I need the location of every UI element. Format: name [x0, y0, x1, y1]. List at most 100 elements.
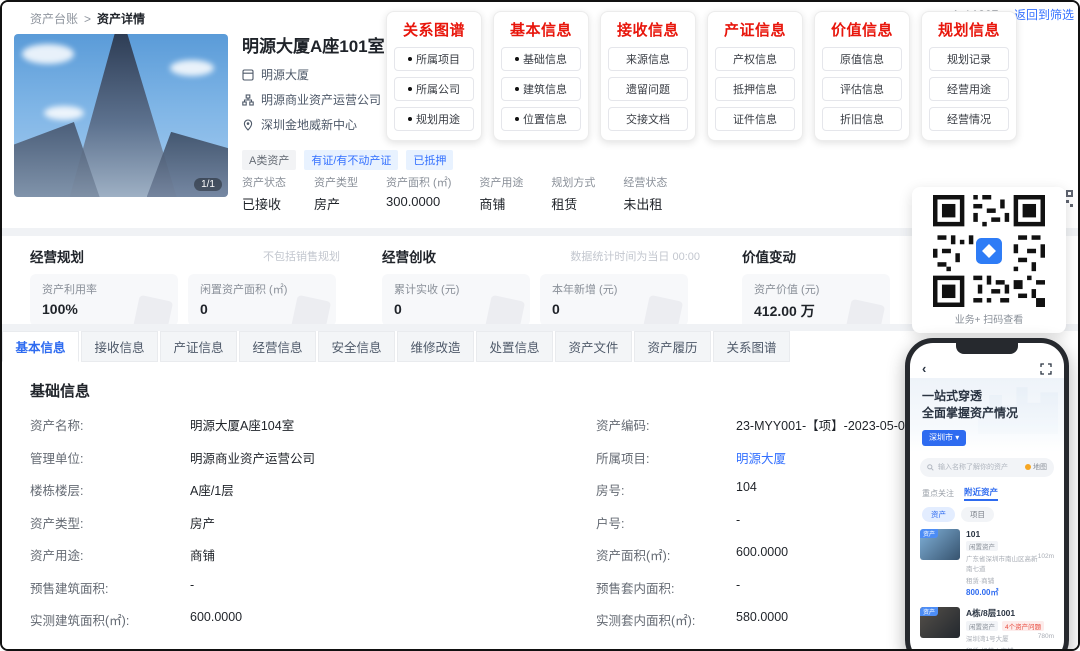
phone-notch [956, 343, 1018, 354]
nav-nearby-assets[interactable]: 附近资产 [964, 486, 998, 501]
card-item[interactable]: 基础信息 [501, 47, 581, 71]
stat-utilization: 资产利用率 100% [30, 274, 178, 326]
bullet-icon [515, 87, 519, 91]
location-name: 深圳金地威新中心 [261, 116, 357, 133]
company-name: 明源商业资产运营公司 [261, 91, 381, 108]
bullet-icon [408, 87, 412, 91]
asset-detail-page: 资产台账 > 资产详情 ‹ 1 / 1307 › 返回到筛选 1/1 明源大厦A… [0, 0, 1080, 651]
field-asset-use: 资产用途:商铺 [30, 545, 596, 578]
qr-code-card: 业务+ 扫码查看 [912, 187, 1066, 333]
search-placeholder: 输入名称了解你的资产 [938, 462, 1021, 472]
phone-headline: 一站式穿透 全面掌握资产情况 [922, 388, 1052, 423]
card-item[interactable]: 所属公司 [394, 77, 474, 101]
field-measured-build-area: 实测建筑面积(㎡):600.0000 [30, 610, 596, 643]
breadcrumb-parent[interactable]: 资产台账 [30, 10, 78, 27]
phone-nav: 重点关注 附近资产 [922, 486, 1052, 501]
scan-icon[interactable] [1040, 363, 1052, 375]
tab-certificate-info[interactable]: 产证信息 [160, 331, 237, 362]
card-item[interactable]: 来源信息 [608, 47, 688, 71]
cloud-decor [22, 44, 74, 64]
org-icon [242, 94, 254, 106]
search-icon [927, 464, 934, 471]
mortgaged-tag: 已抵押 [406, 150, 453, 170]
map-toggle[interactable]: 地图 [1025, 462, 1047, 472]
card-item[interactable]: 抵押信息 [715, 77, 795, 101]
card-item[interactable]: 规划用途 [394, 107, 474, 131]
pill-project[interactable]: 项目 [961, 507, 994, 522]
bullet-icon [515, 57, 519, 61]
project-icon [242, 69, 254, 81]
field-asset-name: 资产名称:明源大厦A座104室 [30, 415, 596, 448]
tab-receive-info[interactable]: 接收信息 [81, 331, 158, 362]
field-asset-type: 资产类型:房产 [30, 513, 596, 546]
tab-asset-files[interactable]: 资产文件 [555, 331, 632, 362]
asset-thumbnail: 资产 [920, 529, 960, 560]
bullet-icon [408, 117, 412, 121]
project-name: 明源大厦 [261, 66, 309, 83]
tab-relation-map[interactable]: 关系图谱 [713, 331, 790, 362]
asset-class-tag: A类资产 [242, 150, 296, 170]
phone-search-bar[interactable]: 输入名称了解你的资产 地图 [920, 458, 1054, 477]
asset-photo[interactable]: 1/1 [14, 34, 228, 197]
phone-back-icon[interactable]: ‹ [922, 361, 926, 376]
breadcrumb: 资产台账 > 资产详情 [30, 10, 145, 27]
idle-tag: 闲置资产 [966, 541, 998, 551]
card-item[interactable]: 遗留问题 [608, 77, 688, 101]
card-basic-info: 基本信息 基础信息 建筑信息 位置信息 [493, 11, 589, 141]
card-plan-info: 规划信息 规划记录 经营用途 经营情况 [921, 11, 1017, 141]
stat-year-new: 本年新增 (元) 0 [540, 274, 688, 326]
card-item[interactable]: 经营情况 [929, 107, 1009, 131]
panel-title: 基础信息 [30, 380, 1054, 401]
nav-focus-assets[interactable]: 重点关注 [922, 488, 954, 499]
card-item[interactable]: 折旧信息 [822, 107, 902, 131]
qr-caption: 业务+ 扫码查看 [912, 311, 1066, 326]
card-item[interactable]: 位置信息 [501, 107, 581, 131]
card-item[interactable]: 建筑信息 [501, 77, 581, 101]
tab-basic-info[interactable]: 基本信息 [2, 331, 79, 362]
card-item[interactable]: 所属项目 [394, 47, 474, 71]
card-item[interactable]: 经营用途 [929, 77, 1009, 101]
card-item[interactable]: 产权信息 [715, 47, 795, 71]
card-item[interactable]: 评估信息 [822, 77, 902, 101]
card-item[interactable]: 原值信息 [822, 47, 902, 71]
asset-thumbnail: 资产 [920, 607, 960, 638]
city-selector-button[interactable]: 深圳市 ▾ [922, 430, 966, 446]
back-to-filter-link[interactable]: 返回到筛选 [1014, 6, 1074, 23]
certificate-tag: 有证/有不动产证 [304, 150, 398, 170]
stat-operate-status: 经营状态 未出租 [623, 174, 667, 213]
card-item[interactable]: 交接文档 [608, 107, 688, 131]
section-operation-plan: 经营规划 不包括销售规划 资产利用率 100% 闲置资产面积 (㎡) 0 [2, 236, 354, 324]
phone-filter-pills: 资产 项目 [922, 507, 1052, 522]
field-presale-build-area: 预售建筑面积:- [30, 578, 596, 611]
stat-asset-status: 资产状态 已接收 [242, 174, 286, 213]
info-card-group: 关系图谱 所属项目 所属公司 规划用途 基本信息 基础信息 建筑信息 位置信息 … [386, 11, 1017, 141]
building-graphic [14, 122, 100, 197]
card-value-info: 价值信息 原值信息 评估信息 折旧信息 [814, 11, 910, 141]
qr-code [933, 195, 1045, 307]
pill-asset[interactable]: 资产 [922, 507, 955, 522]
hero-stats: 资产状态 已接收 资产类型 房产 资产面积 (㎡) 300.0000 资产用途 … [242, 174, 667, 213]
tab-disposal-info[interactable]: 处置信息 [476, 331, 553, 362]
tab-asset-history[interactable]: 资产履历 [634, 331, 711, 362]
card-item[interactable]: 规划记录 [929, 47, 1009, 71]
list-item[interactable]: 资产 101 闲置资产 广东省深圳市南山区高新南七道102m 租赁·商铺 800… [920, 529, 1054, 598]
stat-asset-type: 资产类型 房产 [314, 174, 358, 213]
stat-asset-value: 资产价值 (元) 412.00 万 [742, 274, 890, 330]
tab-safety-info[interactable]: 安全信息 [318, 331, 395, 362]
project-link[interactable]: 明源大厦 [736, 448, 786, 467]
tab-maintenance[interactable]: 维修改造 [397, 331, 474, 362]
list-item[interactable]: 资产 A栋/8层1001 闲置资产4个资产问题 深圳湾1号大厦780m 租赁·经… [920, 607, 1054, 651]
tab-operation-info[interactable]: 经营信息 [239, 331, 316, 362]
location-pin-icon [242, 119, 254, 131]
bullet-icon [515, 117, 519, 121]
cloud-decor [44, 106, 84, 120]
asset-tags: A类资产 有证/有不动产证 已抵押 [242, 150, 453, 170]
card-receive-info: 接收信息 来源信息 遗留问题 交接文档 [600, 11, 696, 141]
stat-idle-area: 闲置资产面积 (㎡) 0 [188, 274, 336, 326]
stat-plan-mode: 规划方式 租赁 [551, 174, 595, 213]
card-item[interactable]: 证件信息 [715, 107, 795, 131]
card-relation-map: 关系图谱 所属项目 所属公司 规划用途 [386, 11, 482, 141]
phone-screen: ‹ 一站式穿透 全面掌握资产情况 深圳市 ▾ 输入名称了解你的资产 地图 重点关… [910, 343, 1064, 651]
phone-mockup: ‹ 一站式穿透 全面掌握资产情况 深圳市 ▾ 输入名称了解你的资产 地图 重点关… [905, 338, 1069, 651]
bullet-icon [408, 57, 412, 61]
